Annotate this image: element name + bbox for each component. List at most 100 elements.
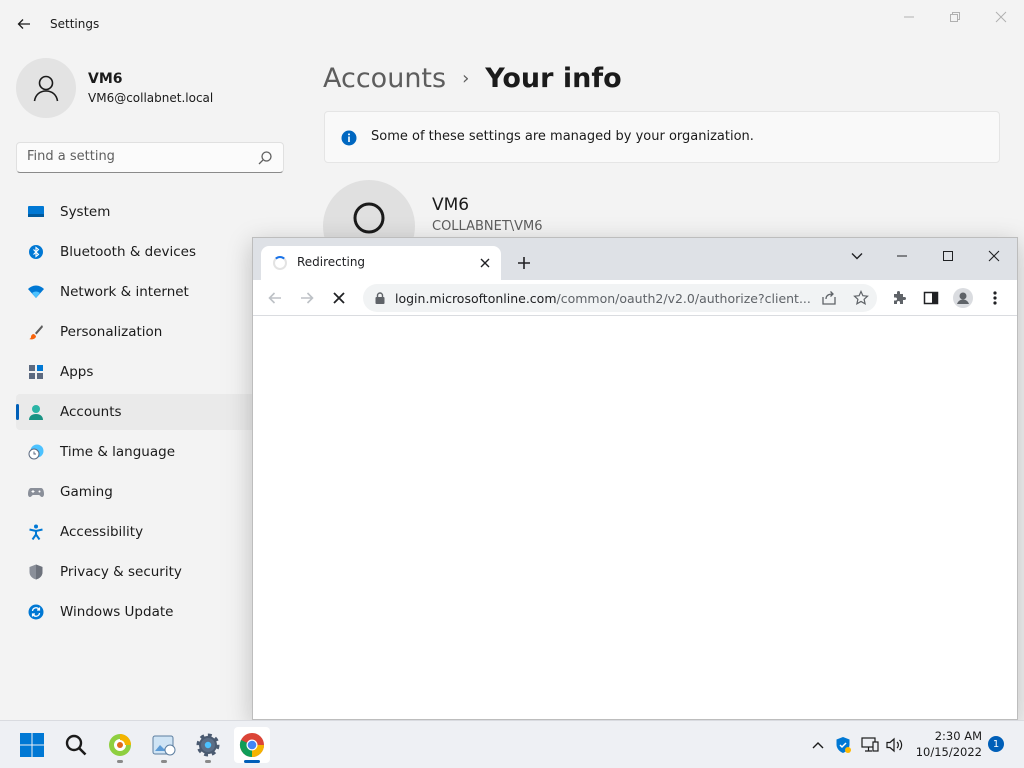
sidebar-item-apps[interactable]: Apps — [16, 354, 284, 390]
tab-search-button[interactable] — [835, 242, 879, 270]
back-button[interactable] — [14, 14, 34, 34]
share-button[interactable] — [819, 288, 839, 308]
accessibility-icon — [28, 524, 44, 540]
search-input[interactable] — [27, 149, 247, 164]
page-content[interactable] — [253, 317, 1017, 719]
clock[interactable]: 2:30 AM 10/15/2022 — [912, 728, 982, 760]
taskbar-app[interactable] — [102, 727, 138, 763]
taskbar-photos[interactable] — [146, 727, 182, 763]
sidebar-item-network[interactable]: Network & internet — [16, 274, 284, 310]
browser-minimize-button[interactable] — [880, 242, 924, 270]
stop-loading-button[interactable] — [327, 286, 351, 310]
forward-button[interactable] — [295, 286, 319, 310]
wifi-icon — [28, 284, 44, 300]
monitor-icon — [28, 204, 44, 220]
sidebar-item-bluetooth[interactable]: Bluetooth & devices — [16, 234, 284, 270]
back-arrow-icon — [17, 19, 30, 29]
volume-tray-button[interactable] — [885, 735, 905, 755]
sidebar-item-label: Accessibility — [60, 524, 144, 540]
profile-icon — [953, 288, 973, 308]
back-arrow-icon — [268, 292, 281, 304]
sidebar-item-label: Bluetooth & devices — [60, 244, 197, 260]
maximize-icon — [943, 251, 953, 261]
clock-date: 10/15/2022 — [915, 745, 982, 759]
browser-maximize-button[interactable] — [926, 242, 970, 270]
update-icon — [28, 604, 44, 620]
tab-strip: Redirecting — [253, 238, 1017, 280]
start-button[interactable] — [14, 727, 50, 763]
page-title: Your info — [485, 62, 622, 94]
bookmark-button[interactable] — [851, 288, 871, 308]
extensions-button[interactable] — [887, 286, 911, 310]
user-card[interactable]: VM6 VM6@collabnet.local — [16, 58, 276, 118]
sidebar-item-label: Time & language — [60, 444, 176, 460]
sidebar-item-label: Accounts — [60, 404, 122, 420]
sidebar-item-label: Apps — [60, 364, 94, 380]
close-icon — [988, 250, 1000, 262]
defender-tray-button[interactable] — [833, 735, 853, 755]
plus-icon — [518, 257, 530, 269]
sidebar-item-accessibility[interactable]: Accessibility — [16, 514, 284, 550]
restore-button[interactable] — [932, 6, 978, 28]
minimize-button[interactable] — [886, 6, 932, 28]
sidebar-item-gaming[interactable]: Gaming — [16, 474, 284, 510]
sidebar-item-windows-update[interactable]: Windows Update — [16, 594, 284, 630]
menu-button[interactable] — [983, 286, 1007, 310]
tab-close-button[interactable] — [477, 255, 493, 271]
network-tray-button[interactable] — [860, 735, 880, 755]
url-path: /common/oauth2/v2.0/authorize?client... — [556, 291, 811, 306]
sidebar-item-label: Personalization — [60, 324, 163, 340]
breadcrumb-parent[interactable]: Accounts — [323, 63, 446, 94]
info-icon — [341, 130, 357, 146]
side-panel-button[interactable] — [919, 286, 943, 310]
taskbar-settings[interactable] — [190, 727, 226, 763]
sidebar-item-accounts[interactable]: Accounts — [16, 394, 284, 430]
app-title: Settings — [50, 17, 100, 31]
search-icon[interactable] — [257, 150, 273, 166]
app-icon — [109, 734, 131, 756]
breadcrumb-separator: › — [462, 67, 470, 89]
new-tab-button[interactable] — [513, 252, 535, 274]
lock-icon[interactable] — [373, 291, 387, 305]
search-box[interactable] — [16, 142, 284, 173]
browser-tab[interactable]: Redirecting — [261, 246, 501, 280]
star-icon — [853, 290, 869, 305]
puzzle-icon — [894, 291, 906, 304]
back-button[interactable] — [263, 286, 287, 310]
gamepad-icon — [28, 484, 44, 500]
network-icon — [861, 737, 879, 752]
sidebar-item-label: System — [60, 204, 111, 220]
chrome-icon — [239, 733, 264, 757]
url-text[interactable]: login.microsoftonline.com/common/oauth2/… — [395, 291, 815, 306]
clock-globe-icon — [28, 444, 44, 460]
apps-icon — [28, 364, 44, 380]
taskbar-chrome[interactable] — [234, 727, 270, 763]
sidebar-item-personalization[interactable]: Personalization — [16, 314, 284, 350]
share-icon — [822, 291, 836, 305]
settings-titlebar: Settings — [0, 0, 1024, 48]
minimize-icon — [904, 16, 914, 18]
sidebar-nav: System Bluetooth & devices Network & int… — [16, 194, 284, 634]
notification-badge[interactable]: 1 — [988, 736, 1004, 752]
sidebar-item-label: Gaming — [60, 484, 113, 500]
taskbar-search-button[interactable] — [58, 727, 94, 763]
restore-icon — [950, 12, 960, 22]
shield-icon — [28, 564, 44, 580]
browser-window: Redirecting login.microsoftonline.com/co… — [252, 237, 1018, 720]
show-hidden-icons-button[interactable] — [808, 735, 828, 755]
sidebar-item-system[interactable]: System — [16, 194, 284, 230]
clock-time: 2:30 AM — [934, 729, 982, 743]
shield-icon — [836, 737, 851, 753]
sidebar-item-time-language[interactable]: Time & language — [16, 434, 284, 470]
search-icon — [65, 734, 87, 756]
profile-button[interactable] — [951, 286, 975, 310]
more-vert-icon — [993, 291, 997, 305]
address-bar[interactable]: login.microsoftonline.com/common/oauth2/… — [363, 284, 877, 312]
browser-close-button[interactable] — [972, 242, 1016, 270]
sidebar-item-privacy[interactable]: Privacy & security — [16, 554, 284, 590]
chevron-up-icon — [812, 742, 824, 749]
start-icon — [20, 733, 44, 757]
close-icon — [333, 292, 345, 304]
forward-arrow-icon — [301, 292, 314, 304]
close-button[interactable] — [978, 6, 1024, 28]
